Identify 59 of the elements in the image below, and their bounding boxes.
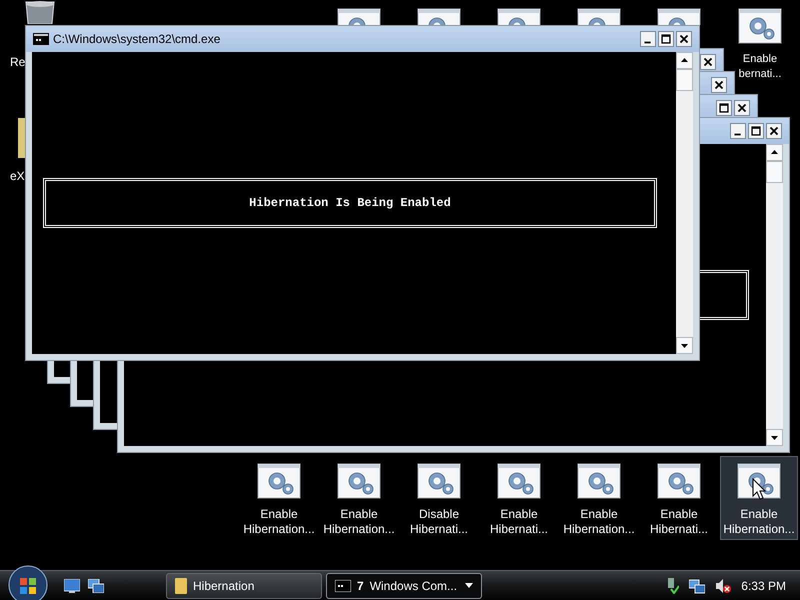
network-icon[interactable] (689, 578, 706, 594)
console-icon (335, 580, 351, 592)
icon-label: Enable Hibernation... (563, 507, 635, 537)
gear-document-icon (257, 463, 301, 499)
clock[interactable]: 6:33 PM (741, 576, 786, 594)
icon-label: Enable Hibernation... (323, 507, 395, 537)
close-icon[interactable] (766, 123, 782, 139)
scrollbar[interactable] (676, 52, 693, 354)
desktop-shortcut[interactable]: Disable Hibernati... (400, 456, 478, 540)
gear-document-icon (337, 463, 381, 499)
desktop-icon[interactable] (64, 578, 80, 592)
desktop-shortcut[interactable]: Enable Hibernation... (720, 456, 798, 540)
gear-document-icon (417, 463, 461, 499)
maximize-icon[interactable] (658, 31, 674, 47)
start-button[interactable] (8, 565, 48, 600)
scroll-thumb[interactable] (766, 161, 783, 183)
close-icon[interactable] (734, 100, 750, 116)
gear-document-icon (657, 463, 701, 499)
desktop-icon-label[interactable]: Re (10, 53, 26, 71)
safely-remove-icon[interactable] (665, 578, 680, 594)
icon-label: Disable Hibernati... (410, 507, 468, 537)
folder-icon (175, 578, 187, 594)
scroll-up-icon[interactable] (766, 144, 783, 161)
window-title: C:\Windows\system32\cmd.exe (53, 31, 220, 48)
desktop-shortcut[interactable]: Enable Hibernati... (480, 456, 558, 540)
desktop-shortcut[interactable]: Enable Hibernation... (240, 456, 318, 540)
scroll-down-icon[interactable] (766, 429, 783, 446)
windows-switch-icon[interactable] (88, 578, 104, 592)
desktop-shortcut[interactable]: Enable Hibernation... (560, 456, 638, 540)
icon-label: Enable Hibernation... (243, 507, 315, 537)
desktop-shortcut[interactable]: Enable Hibernati... (640, 456, 718, 540)
taskbar-button[interactable]: Hibernation (166, 572, 322, 598)
gear-document-icon (577, 463, 621, 499)
gear-document-icon (497, 463, 541, 499)
scroll-thumb[interactable] (676, 69, 693, 91)
close-icon[interactable] (700, 54, 716, 70)
muted-speaker-icon[interactable] (715, 578, 732, 594)
close-icon[interactable] (676, 31, 692, 47)
scrollbar[interactable] (766, 144, 783, 446)
console-icon (33, 33, 49, 45)
minimize-icon[interactable] (640, 31, 656, 47)
icon-label: Enable Hibernati... (650, 507, 708, 537)
desktop-shortcut[interactable]: Enable Hibernation... (320, 456, 398, 540)
gear-document-icon (738, 8, 782, 44)
caret-icon (465, 583, 473, 588)
maximize-icon[interactable] (748, 123, 764, 139)
icon-label: Enable Hibernati... (490, 507, 548, 537)
maximize-icon[interactable] (716, 100, 732, 116)
desktop-icon-label[interactable]: eX (10, 167, 25, 185)
minimize-icon[interactable] (730, 123, 746, 139)
close-icon[interactable] (711, 77, 727, 93)
scroll-up-icon[interactable] (676, 52, 693, 69)
scroll-down-icon[interactable] (676, 337, 693, 354)
taskbar-button[interactable]: 7 Windows Com... (326, 572, 482, 598)
icon-label: Enable Hibernation... (723, 507, 795, 537)
gear-document-icon (737, 463, 781, 499)
icon-label: Enable bernati... (738, 52, 782, 82)
console-message: Hibernation Is Being Enabled (249, 195, 451, 212)
cursor-icon (752, 478, 766, 500)
